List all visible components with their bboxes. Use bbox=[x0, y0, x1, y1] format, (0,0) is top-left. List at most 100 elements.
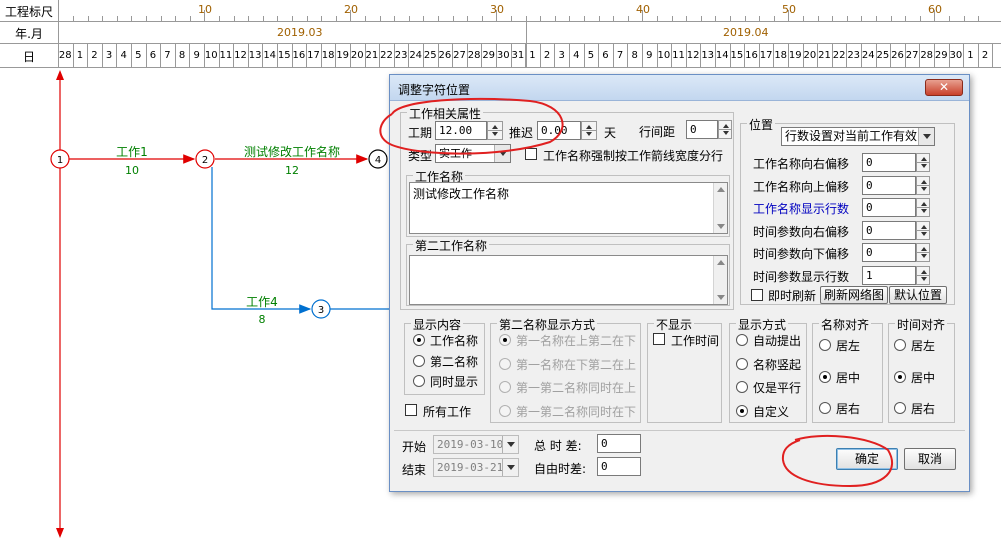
duration-stepper[interactable] bbox=[487, 121, 503, 140]
duration-input[interactable]: 12.00 bbox=[435, 121, 487, 140]
position-title: 位置 bbox=[747, 116, 776, 133]
type-select[interactable]: 实工作 bbox=[435, 144, 511, 163]
dialog-titlebar[interactable]: 调整字符位置 ✕ bbox=[390, 75, 969, 101]
position-field-input[interactable]: 0 bbox=[862, 153, 916, 172]
display-content-option-label: 同时显示 bbox=[430, 375, 479, 389]
line-spacing-input[interactable]: 0 bbox=[686, 120, 718, 139]
display-mode-option-radio[interactable] bbox=[736, 381, 748, 393]
position-field-stepper[interactable] bbox=[916, 175, 930, 195]
position-field-stepper[interactable] bbox=[916, 220, 930, 240]
delay-label: 推迟 bbox=[509, 126, 534, 140]
instant-refresh-label: 即时刷新 bbox=[768, 289, 817, 303]
activity-arrow-2-3[interactable] bbox=[211, 167, 312, 314]
activity-2-duration: 12 bbox=[285, 164, 299, 177]
time-align-option-radio[interactable] bbox=[894, 402, 906, 414]
ruler-tick-mark bbox=[715, 16, 717, 22]
display-content-option-radio[interactable] bbox=[413, 375, 425, 387]
position-field-stepper[interactable] bbox=[916, 198, 930, 218]
force-split-checkbox[interactable] bbox=[525, 148, 537, 160]
hide-work-time-checkbox[interactable] bbox=[653, 333, 665, 345]
display-content-option-radio[interactable] bbox=[413, 334, 425, 346]
start-date-label: 开始 bbox=[402, 440, 427, 454]
node-4[interactable]: 4 bbox=[368, 149, 388, 169]
day-cell: 23 bbox=[394, 50, 408, 61]
day-cell: 3 bbox=[105, 50, 113, 61]
position-field-input[interactable]: 0 bbox=[862, 243, 916, 263]
position-field-label: 工作名称显示行数 bbox=[753, 202, 850, 217]
position-field-input[interactable]: 0 bbox=[862, 175, 916, 195]
second-name-mode-option-radio bbox=[499, 381, 511, 393]
day-cell: 8 bbox=[178, 50, 186, 61]
ruler-tick-mark bbox=[540, 16, 542, 22]
free-float-input[interactable]: 0 bbox=[597, 457, 641, 476]
ruler-tick-mark bbox=[642, 10, 644, 22]
ruler-tick-mark bbox=[394, 16, 396, 22]
day-cell: 4 bbox=[120, 50, 127, 61]
time-align-option-radio[interactable] bbox=[894, 370, 906, 383]
second-name-mode-option-label: 第一名称在上第二在下 bbox=[516, 334, 637, 348]
cancel-button[interactable]: 取消 bbox=[904, 448, 956, 470]
ruler-tick-mark bbox=[73, 16, 74, 22]
ruler-tick-mark bbox=[657, 16, 658, 22]
ok-button[interactable]: 确定 bbox=[836, 448, 898, 470]
instant-refresh-checkbox[interactable] bbox=[751, 289, 763, 301]
node-3[interactable]: 3 bbox=[311, 299, 331, 319]
second-name-mode-option-radio bbox=[499, 357, 511, 370]
second-name-mode-title: 第二名称显示方式 bbox=[497, 316, 598, 333]
ruler-tick-mark bbox=[671, 16, 673, 22]
force-split-label: 工作名称强制按工作箭线宽度分行 bbox=[543, 149, 724, 163]
position-field-input[interactable]: 1 bbox=[862, 266, 916, 285]
work-name-scrollbar[interactable] bbox=[713, 183, 727, 233]
ruler-tick-mark bbox=[876, 16, 877, 22]
display-content-option-radio[interactable] bbox=[413, 354, 425, 367]
day-cell: 31 bbox=[511, 50, 525, 61]
second-name-textarea[interactable] bbox=[409, 255, 728, 305]
position-field-label: 工作名称向右偏移 bbox=[753, 157, 850, 171]
day-cell: 1 bbox=[529, 50, 536, 61]
day-cell: 21 bbox=[365, 50, 379, 61]
position-field-label: 时间参数向下偏移 bbox=[753, 247, 850, 262]
display-content-option-label: 第二名称 bbox=[430, 354, 479, 369]
node-2[interactable]: 2 bbox=[195, 149, 215, 169]
name-align-option-radio[interactable] bbox=[819, 402, 831, 414]
ruler-tick-mark bbox=[861, 16, 863, 22]
start-date-value: 2019-03-10 bbox=[437, 438, 504, 451]
day-cell: 28 bbox=[467, 50, 481, 61]
delay-input[interactable]: 0.00 bbox=[537, 121, 581, 140]
position-field-stepper[interactable] bbox=[916, 243, 930, 263]
all-work-checkbox[interactable] bbox=[405, 404, 417, 416]
start-date-input: 2019-03-10 bbox=[433, 435, 519, 454]
position-field-input[interactable]: 0 bbox=[862, 220, 916, 240]
node-1[interactable]: 1 bbox=[50, 149, 70, 169]
type-label: 类型 bbox=[408, 149, 433, 163]
activity-1-name: 工作1 bbox=[116, 145, 148, 159]
bottom-separator bbox=[394, 430, 965, 431]
day-cell: 6 bbox=[602, 50, 609, 61]
display-mode-option-radio[interactable] bbox=[736, 357, 748, 370]
position-field-stepper[interactable] bbox=[916, 266, 930, 285]
ruler-tick-mark bbox=[481, 16, 483, 22]
position-mode-value: 行数设置对当前工作有效 bbox=[785, 129, 918, 143]
delay-stepper[interactable] bbox=[581, 121, 597, 140]
line-spacing-stepper[interactable] bbox=[718, 120, 732, 139]
close-button[interactable]: ✕ bbox=[925, 79, 963, 96]
ruler-tick-mark bbox=[759, 16, 761, 22]
time-align-option-radio[interactable] bbox=[894, 339, 906, 351]
position-field-input[interactable]: 0 bbox=[862, 198, 916, 218]
display-mode-option-radio[interactable] bbox=[736, 334, 748, 346]
ruler-tick-mark bbox=[438, 16, 439, 22]
position-field-stepper[interactable] bbox=[916, 153, 930, 172]
ruler-tick-mark bbox=[423, 16, 425, 22]
name-align-option-radio[interactable] bbox=[819, 370, 831, 383]
second-name-scrollbar[interactable] bbox=[713, 256, 727, 304]
adjust-char-position-dialog: 调整字符位置 ✕ 工作相关属性 工期 12.00 推迟 0.00 天 行间距 0… bbox=[389, 74, 970, 492]
position-mode-select[interactable]: 行数设置对当前工作有效 bbox=[781, 127, 935, 146]
default-position-button[interactable]: 默认位置 bbox=[889, 286, 947, 304]
ruler-tick-mark bbox=[511, 16, 512, 22]
name-align-option-radio[interactable] bbox=[819, 339, 831, 351]
refresh-network-button[interactable]: 刷新网络图 bbox=[820, 286, 888, 304]
day-cell: 4 bbox=[573, 50, 580, 61]
work-name-textarea[interactable]: 测试修改工作名称 bbox=[409, 182, 728, 234]
total-float-input[interactable]: 0 bbox=[597, 434, 641, 453]
display-mode-option-radio[interactable] bbox=[736, 404, 748, 417]
